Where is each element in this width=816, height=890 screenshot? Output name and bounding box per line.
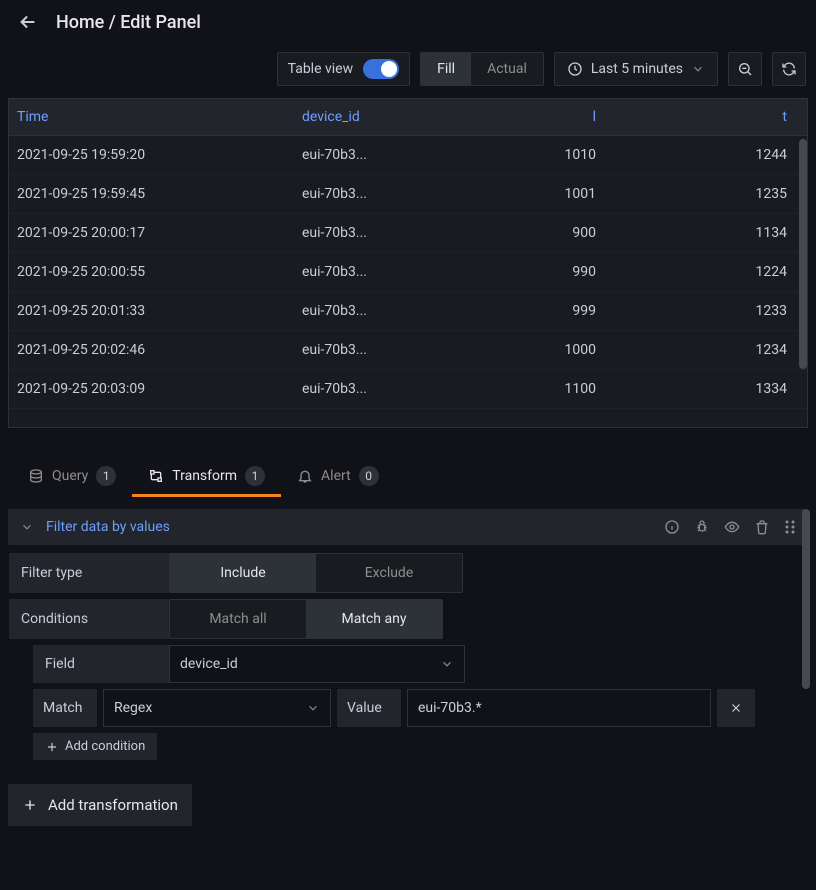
match-select[interactable]: Regex xyxy=(103,689,331,727)
table-row: 2021-09-25 19:59:20eui-70b3...10101244 xyxy=(9,136,807,175)
back-button[interactable] xyxy=(16,10,40,34)
eye-icon[interactable] xyxy=(724,519,740,535)
column-header-time[interactable]: Time xyxy=(9,99,294,136)
panel-scrollbar[interactable] xyxy=(802,509,810,689)
match-all-button[interactable]: Match all xyxy=(170,600,306,638)
tab-transform[interactable]: Transform 1 xyxy=(132,456,281,496)
data-table: Time device_id l t 2021-09-25 19:59:20eu… xyxy=(8,98,808,428)
value-label: Value xyxy=(337,689,401,727)
debug-icon[interactable] xyxy=(694,519,710,535)
tab-query-label: Query xyxy=(52,468,88,484)
cell-device-id: eui-70b3... xyxy=(294,175,434,214)
table-scrollbar[interactable] xyxy=(799,139,807,369)
actual-button[interactable]: Actual xyxy=(471,53,543,85)
cell-l: 900 xyxy=(434,214,604,253)
tab-transform-count: 1 xyxy=(245,466,265,486)
transform-title[interactable]: Filter data by values xyxy=(46,519,170,535)
add-condition-label: Add condition xyxy=(65,739,145,754)
remove-condition-button[interactable] xyxy=(717,689,755,727)
tab-query-count: 1 xyxy=(96,466,116,486)
tab-transform-label: Transform xyxy=(172,468,237,484)
cell-t: 1234 xyxy=(604,331,807,370)
cell-t: 1233 xyxy=(604,292,807,331)
cell-device-id: eui-70b3... xyxy=(294,292,434,331)
cell-device-id: eui-70b3... xyxy=(294,253,434,292)
table-row: 2021-09-25 20:00:17eui-70b3...9001134 xyxy=(9,214,807,253)
trash-icon[interactable] xyxy=(754,519,770,535)
breadcrumb: Home / Edit Panel xyxy=(56,12,201,33)
table-row: 2021-09-25 20:01:33eui-70b3...9991233 xyxy=(9,292,807,331)
table-row: 2021-09-25 19:59:45eui-70b3...10011235 xyxy=(9,175,807,214)
add-condition-button[interactable]: Add condition xyxy=(33,733,157,760)
chevron-down-icon[interactable] xyxy=(20,520,34,534)
cell-device-id: eui-70b3... xyxy=(294,214,434,253)
cell-device-id: eui-70b3... xyxy=(294,136,434,175)
cell-time: 2021-09-25 20:03:09 xyxy=(9,370,294,409)
match-any-button[interactable]: Match any xyxy=(306,600,442,638)
tab-alert[interactable]: Alert 0 xyxy=(281,456,395,496)
value-input[interactable] xyxy=(407,689,711,727)
add-transformation-label: Add transformation xyxy=(48,796,178,814)
cell-l: 999 xyxy=(434,292,604,331)
field-select-value: device_id xyxy=(180,656,238,672)
cell-device-id: eui-70b3... xyxy=(294,331,434,370)
column-header-l[interactable]: l xyxy=(434,99,604,136)
field-label: Field xyxy=(33,645,169,683)
include-button[interactable]: Include xyxy=(170,554,316,592)
cell-t: 1244 xyxy=(604,136,807,175)
refresh-button[interactable] xyxy=(772,52,806,86)
cell-l: 1010 xyxy=(434,136,604,175)
drag-handle-icon[interactable] xyxy=(784,519,796,535)
column-header-device-id[interactable]: device_id xyxy=(294,99,434,136)
field-select[interactable]: device_id xyxy=(169,645,465,683)
tab-query[interactable]: Query 1 xyxy=(12,456,132,496)
cell-time: 2021-09-25 19:59:20 xyxy=(9,136,294,175)
table-row: 2021-09-25 20:03:09eui-70b3...11001334 xyxy=(9,370,807,409)
match-label: Match xyxy=(33,689,97,727)
info-icon[interactable] xyxy=(664,519,680,535)
zoom-out-button[interactable] xyxy=(728,52,762,86)
cell-time: 2021-09-25 19:59:45 xyxy=(9,175,294,214)
table-row: 2021-09-25 20:02:46eui-70b3...10001234 xyxy=(9,331,807,370)
conditions-label: Conditions xyxy=(9,599,169,639)
table-view-toggle[interactable] xyxy=(363,59,399,79)
time-range-picker[interactable]: Last 5 minutes xyxy=(554,52,718,86)
cell-time: 2021-09-25 20:01:33 xyxy=(9,292,294,331)
add-transformation-button[interactable]: Add transformation xyxy=(8,784,192,826)
cell-l: 1001 xyxy=(434,175,604,214)
cell-time: 2021-09-25 20:00:17 xyxy=(9,214,294,253)
cell-time: 2021-09-25 20:00:55 xyxy=(9,253,294,292)
tab-alert-count: 0 xyxy=(359,466,379,486)
time-range-label: Last 5 minutes xyxy=(591,61,683,77)
cell-t: 1334 xyxy=(604,370,807,409)
tab-alert-label: Alert xyxy=(321,468,351,484)
cell-device-id: eui-70b3... xyxy=(294,370,434,409)
exclude-button[interactable]: Exclude xyxy=(316,554,462,592)
cell-time: 2021-09-25 20:02:46 xyxy=(9,331,294,370)
cell-l: 990 xyxy=(434,253,604,292)
cell-t: 1224 xyxy=(604,253,807,292)
fill-button[interactable]: Fill xyxy=(421,53,471,85)
column-header-t[interactable]: t xyxy=(604,99,807,136)
filter-type-label: Filter type xyxy=(9,553,169,593)
table-row: 2021-09-25 20:00:55eui-70b3...9901224 xyxy=(9,253,807,292)
cell-t: 1134 xyxy=(604,214,807,253)
table-view-label: Table view xyxy=(288,61,354,77)
match-select-value: Regex xyxy=(114,700,152,716)
cell-t: 1235 xyxy=(604,175,807,214)
cell-l: 1000 xyxy=(434,331,604,370)
cell-l: 1100 xyxy=(434,370,604,409)
